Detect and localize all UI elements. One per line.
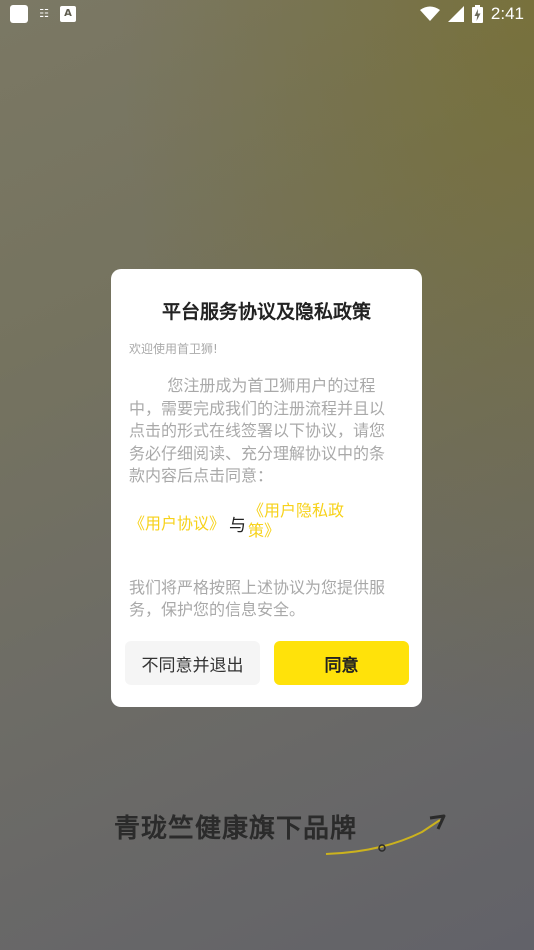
and-text: 与 [229,515,247,536]
dialog-paragraph: 您注册成为首卫狮用户的过程中，需要完成我们的注册流程并且以点击的形式在线签署以下… [129,376,386,485]
dialog-scroll-content[interactable]: 您注册成为首卫狮用户的过程中，需要完成我们的注册流程并且以点击的形式在线签署以下… [129,375,391,619]
dialog-title: 平台服务协议及隐私政策 [161,301,371,323]
disagree-exit-button[interactable]: 不同意并退出 [125,641,260,685]
status-time: 2:41 [490,4,524,23]
status-bar: ☷ A 2:41 [0,0,534,28]
status-right-icons: 2:41 [419,4,524,24]
a-letter-icon: A [60,6,76,22]
dialog-welcome-text: 欢迎使用首卫狮! [129,342,218,356]
privacy-policy-link[interactable]: 《用户隐私政策》 [248,501,360,541]
dialog-paragraph-2: 我们将严格按照上述协议为您提供服务，保护您的信息安全。 [129,577,386,620]
wifi-icon [419,6,440,21]
app-square-icon [10,5,28,23]
agreement-links: 《用户协议》 与 《用户隐私政策》 [129,501,391,541]
brand-slogan: 青珑竺健康旗下品牌 [114,814,358,844]
swoosh-arrow-icon [325,814,446,855]
agree-button[interactable]: 同意 [274,641,409,685]
signal-icon [447,6,464,22]
battery-charging-icon [471,5,483,23]
status-left-icons: ☷ A [10,5,76,23]
privacy-dialog: 平台服务协议及隐私政策 欢迎使用首卫狮! 您注册成为首卫狮用户的过程中，需要完成… [111,269,422,707]
qr-grid-icon: ☷ [39,7,49,20]
user-agreement-link[interactable]: 《用户协议》 [129,510,225,534]
